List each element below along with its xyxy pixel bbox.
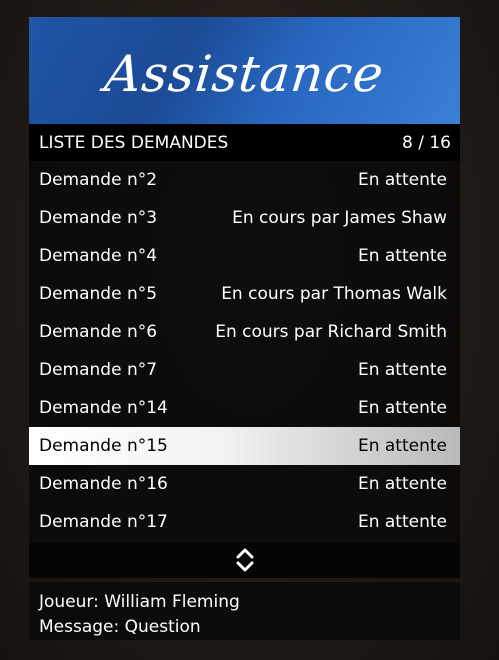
request-list: Demande n°2 En attente Demande n°3 En co… — [29, 161, 460, 541]
request-status: En attente — [357, 398, 447, 418]
request-label: Demande n°3 — [39, 208, 158, 228]
request-status: En attente — [357, 246, 447, 266]
request-row[interactable]: Demande n°6 En cours par Richard Smith — [29, 313, 460, 351]
request-row[interactable]: Demande n°5 En cours par Thomas Walk — [29, 275, 460, 313]
request-row[interactable]: Demande n°7 En attente — [29, 351, 460, 389]
request-label: Demande n°2 — [39, 170, 158, 190]
request-label: Demande n°16 — [39, 474, 168, 494]
request-status: En attente — [357, 436, 447, 456]
item-counter: 8 / 16 — [402, 132, 451, 153]
message-info: Message: Question — [39, 617, 201, 637]
request-label: Demande n°14 — [39, 398, 168, 418]
menu-title: Assistance — [102, 44, 387, 103]
request-status: En cours par James Shaw — [232, 208, 447, 228]
scroll-indicator[interactable] — [29, 541, 460, 578]
request-label: Demande n°4 — [39, 246, 158, 266]
request-status: En attente — [357, 474, 447, 494]
request-label: Demande n°15 — [39, 436, 168, 456]
request-row-selected[interactable]: Demande n°15 En attente — [29, 427, 460, 465]
menu-banner: Assistance — [29, 17, 460, 124]
request-row[interactable]: Demande n°2 En attente — [29, 161, 460, 199]
menu-subheader: LISTE DES DEMANDES 8 / 16 — [29, 124, 460, 161]
request-status: En cours par Thomas Walk — [221, 284, 447, 304]
request-row[interactable]: Demande n°14 En attente — [29, 389, 460, 427]
request-status: En attente — [357, 170, 447, 190]
request-label: Demande n°7 — [39, 360, 158, 380]
request-status: En attente — [357, 360, 447, 380]
description-panel: Joueur: William Fleming Message: Questio… — [29, 582, 460, 640]
request-row[interactable]: Demande n°3 En cours par James Shaw — [29, 199, 460, 237]
chevron-up-down-icon — [236, 548, 253, 572]
request-row[interactable]: Demande n°16 En attente — [29, 465, 460, 503]
request-row[interactable]: Demande n°4 En attente — [29, 237, 460, 275]
request-status: En attente — [357, 512, 447, 532]
request-label: Demande n°17 — [39, 512, 168, 532]
request-status: En cours par Richard Smith — [215, 322, 447, 342]
assistance-menu: Assistance LISTE DES DEMANDES 8 / 16 Dem… — [29, 17, 460, 640]
player-info: Joueur: William Fleming — [39, 592, 240, 612]
request-row[interactable]: Demande n°17 En attente — [29, 503, 460, 541]
request-label: Demande n°6 — [39, 322, 158, 342]
subheader-title: LISTE DES DEMANDES — [39, 132, 229, 153]
request-label: Demande n°5 — [39, 284, 158, 304]
